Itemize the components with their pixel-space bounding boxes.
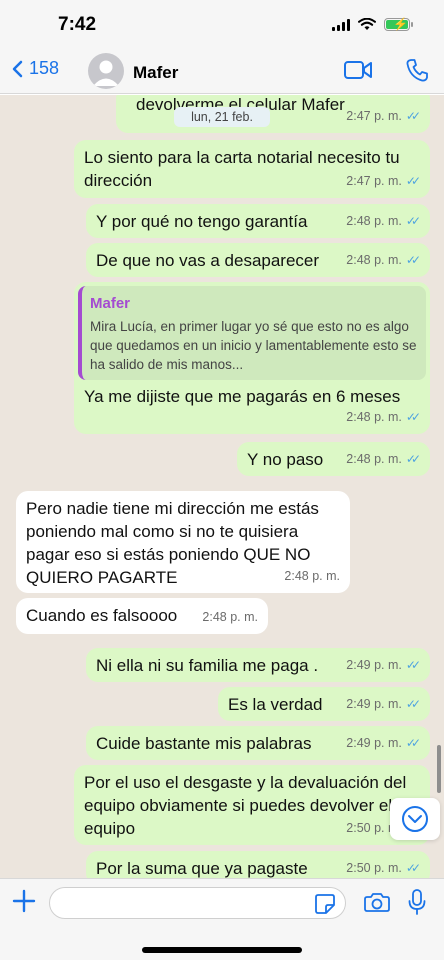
quoted-text: Mira Lucía, en primer lugar yo sé que es… [90,319,417,372]
message-bubble[interactable]: Cuando es falsoooo 2:48 p. m. [16,598,268,634]
read-receipt-icon: ✓✓ [405,109,421,123]
cellular-signal-icon [332,18,350,31]
message-bubble[interactable]: Es la verdad 2:49 p. m. ✓✓ [218,687,430,721]
chat-area[interactable]: devolverme el celular Mafer 2:47 p. m. ✓✓… [0,95,444,878]
wifi-icon [358,18,376,30]
message-time: 2:47 p. m. [346,109,402,123]
microphone-icon [408,889,426,915]
message-time: 2:48 p. m. [202,610,258,624]
read-receipt-icon: ✓✓ [405,214,421,228]
phone-icon [406,59,428,82]
chevron-left-icon [12,60,23,77]
message-time: 2:50 p. m. [346,861,402,875]
message-time: 2:48 p. m. [346,214,402,228]
battery-icon: ⚡ [384,17,413,31]
camera-icon [364,893,390,912]
avatar-icon [93,60,119,86]
contact-name[interactable]: Mafer [133,63,178,83]
message-bubble[interactable]: Lo siento para la carta notarial necesit… [74,140,430,198]
message-bubble[interactable]: Por el uso el desgaste y la devaluación … [74,765,430,845]
voice-call-button[interactable] [406,58,428,87]
composer-bar [0,878,444,960]
plus-icon [12,889,36,913]
read-receipt-icon: ✓✓ [405,861,421,875]
quoted-author: Mafer [90,295,131,312]
home-indicator[interactable] [142,947,302,953]
message-input[interactable] [49,887,346,919]
message-time: 2:49 p. m. [346,697,402,711]
message-time: 2:49 p. m. [346,736,402,750]
status-time: 7:42 [58,14,97,35]
message-bubble[interactable]: Pero nadie tiene mi dirección me estás p… [16,491,350,593]
message-bubble[interactable]: Cuide bastante mis palabras 2:49 p. m. ✓✓ [86,726,430,760]
video-camera-icon [344,61,372,79]
unread-count: 158 [29,58,60,78]
message-bubble[interactable]: devolverme el celular Mafer 2:47 p. m. ✓✓ [116,95,430,133]
status-bar: 7:42 ⚡ [0,0,444,50]
message-bubble[interactable]: Y no paso 2:48 p. m. ✓✓ [237,442,430,476]
back-button[interactable]: 158 [12,58,59,79]
message-bubble[interactable]: Por la suma que ya pagaste 2:50 p. m. ✓✓ [86,851,430,878]
video-call-button[interactable] [344,60,372,85]
read-receipt-icon: ✓✓ [405,253,421,267]
read-receipt-icon: ✓✓ [405,174,421,188]
read-receipt-icon: ✓✓ [405,736,421,750]
read-receipt-icon: ✓✓ [405,452,421,466]
message-time: 2:48 p. m. [346,452,402,466]
reply-message-bubble[interactable]: Mafer Mira Lucía, en primer lugar yo sé … [74,282,430,434]
message-text: Ya me dijiste que me pagarás en 6 meses [84,387,401,406]
message-bubble[interactable]: De que no vas a desaparecer 2:48 p. m. ✓✓ [86,243,430,277]
message-bubble[interactable]: Ni ella ni su familia me paga . 2:49 p. … [86,648,430,682]
message-time: 2:48 p. m. [284,569,340,583]
sticker-button[interactable] [314,893,336,920]
microphone-button[interactable] [408,889,426,920]
attach-button[interactable] [12,889,36,918]
message-time: 2:49 p. m. [346,658,402,672]
chevron-down-circle-icon [402,806,428,832]
sticker-icon [315,894,335,914]
avatar[interactable] [88,53,124,89]
read-receipt-icon: ✓✓ [405,658,421,672]
read-receipt-icon: ✓✓ [405,410,421,424]
read-receipt-icon: ✓✓ [405,697,421,711]
quoted-message[interactable]: Mafer Mira Lucía, en primer lugar yo sé … [78,286,426,380]
message-time: 2:47 p. m. [346,174,402,188]
message-time: 2:48 p. m. [346,253,402,267]
message-bubble[interactable]: Y por qué no tengo garantía 2:48 p. m. ✓✓ [86,204,430,238]
date-separator: lun, 21 feb. [174,107,270,127]
chat-header: 158 Mafer [0,50,444,94]
status-icons: ⚡ [332,17,413,31]
message-time: 2:48 p. m. [346,410,402,424]
scroll-indicator[interactable] [437,745,441,793]
camera-button[interactable] [364,891,390,918]
scroll-to-bottom-button[interactable] [390,798,440,840]
